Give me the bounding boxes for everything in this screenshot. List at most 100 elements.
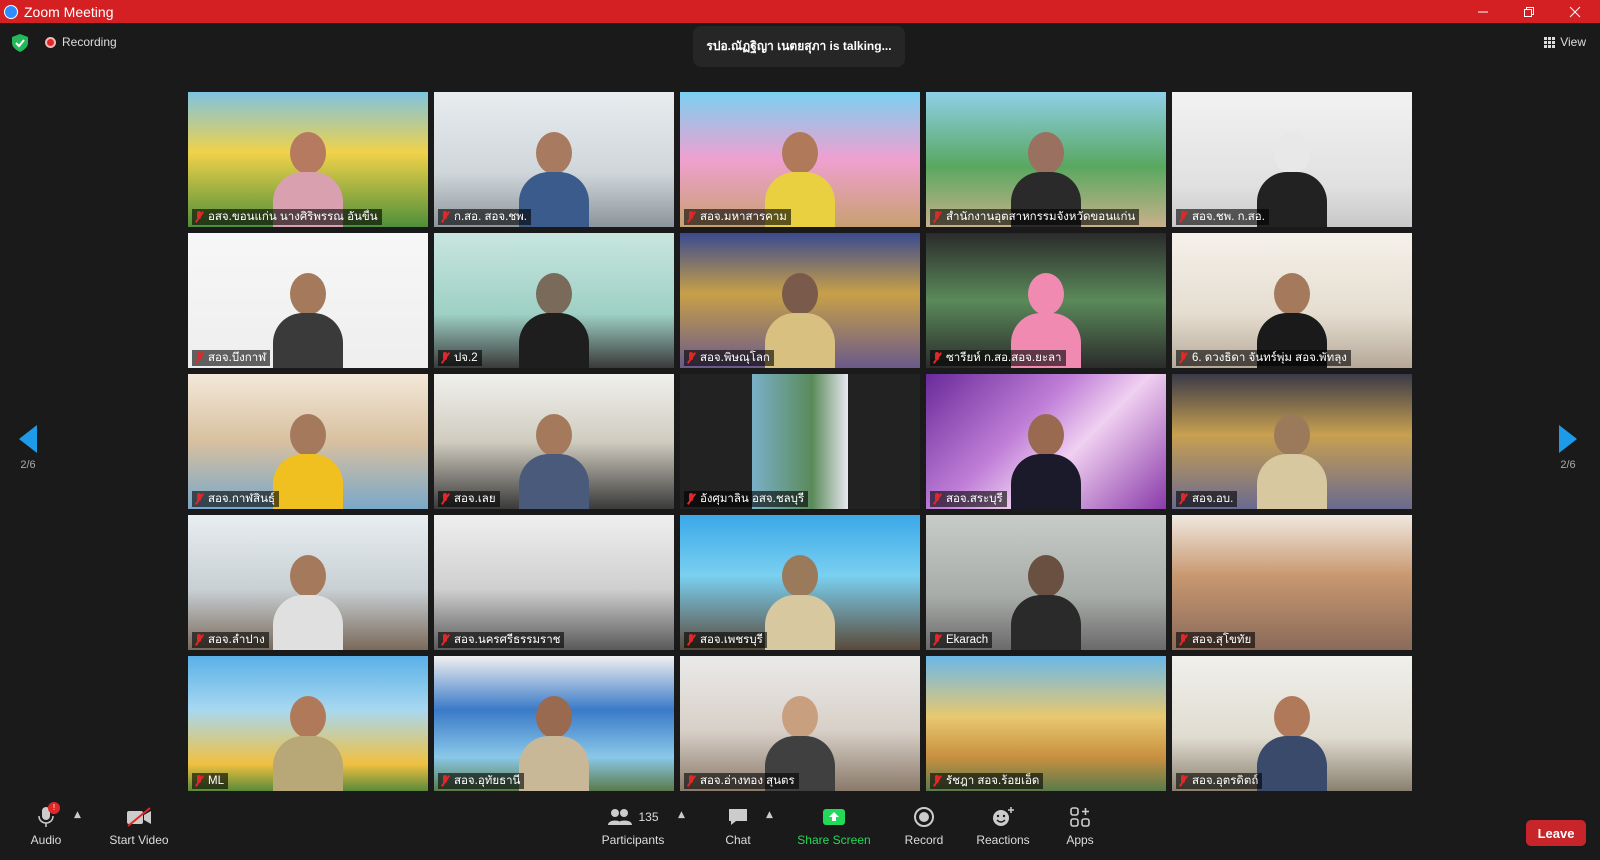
participants-count: 135 [638,810,659,824]
participant-video-tile[interactable]: สอจ.กาฬสินธุ์ [188,374,428,509]
participant-video-tile[interactable]: สอจ.บึงกาฬ [188,233,428,368]
record-button[interactable]: Record [902,804,946,847]
participant-figure [273,414,343,509]
participant-name: สอจ.อุตรดิตถ์ [1192,775,1259,787]
start-video-button[interactable]: Start Video [104,804,174,847]
meeting-topbar: Recording รปอ.ณัฏฐิญา เนตยสุภา is talkin… [0,23,1600,68]
participant-video-tile[interactable]: สอจ.อ่างทอง สุนตร [680,656,920,791]
audio-warning-badge: ! [48,802,60,814]
record-label: Record [904,833,944,847]
participant-video-tile[interactable]: ก.สอ. สอจ.ชพ. [434,92,674,227]
video-feed [926,656,1166,791]
restore-icon [1524,6,1534,17]
muted-mic-icon [194,775,204,787]
recording-dot-icon [45,36,56,48]
participant-video-tile[interactable]: Ekarach [926,515,1166,650]
muted-mic-icon [440,493,450,505]
participant-nameplate: ซารียห์ ก.สอ.สอจ.ยะลา [930,350,1066,366]
audio-label: Audio [30,833,62,847]
share-screen-button[interactable]: Share Screen [797,804,871,847]
next-page-button[interactable]: 2/6 [1548,425,1588,471]
participant-video-tile[interactable]: ML [188,656,428,791]
muted-mic-icon [194,634,204,646]
participant-video-tile[interactable]: สอจ.เพชรบุรี [680,515,920,650]
participant-video-tile[interactable]: ซารียห์ ก.สอ.สอจ.ยะลา [926,233,1166,368]
restore-button[interactable] [1506,0,1552,23]
participants-options-caret-icon[interactable]: ▲ [678,810,685,820]
participant-video-tile[interactable]: สอจ.ชพ. ก.สอ. [1172,92,1412,227]
previous-page-button[interactable]: 2/6 [8,425,48,471]
active-speaker-banner: รปอ.ณัฏฐิญา เนตยสุภา is talking... [693,26,905,67]
participant-video-tile[interactable]: 6. ดวงธิดา จันทร์พุ่ม สอจ.พัทลุง [1172,233,1412,368]
participant-video-tile[interactable]: สอจ.พิษณุโลก [680,233,920,368]
muted-mic-icon [1178,211,1188,223]
participant-figure [1011,555,1081,650]
participant-name: สอจ.ลำปาง [208,634,265,646]
participants-button[interactable]: 135 Participants [593,804,673,847]
participant-nameplate: ก.สอ. สอจ.ชพ. [438,209,531,225]
participant-figure [765,273,835,368]
recording-indicator[interactable]: Recording [45,35,117,49]
participant-video-tile[interactable]: ปจ.2 [434,233,674,368]
participant-name: ก.สอ. สอจ.ชพ. [454,211,527,223]
participant-video-tile[interactable]: สอจ.สุโขทัย [1172,515,1412,650]
muted-mic-icon [194,493,204,505]
window-titlebar: Zoom Meeting [0,0,1600,23]
participant-nameplate: สอจ.เลย [438,491,500,507]
security-shield-icon[interactable] [12,34,28,52]
audio-button[interactable]: ! Audio [26,802,66,847]
muted-mic-icon [194,211,204,223]
share-screen-label: Share Screen [797,833,871,847]
view-button[interactable]: View [1544,35,1586,49]
chat-button[interactable]: Chat [718,804,758,847]
apps-button[interactable]: Apps [1062,804,1098,847]
participant-nameplate: สอจ.สระบุรี [930,491,1007,507]
participant-name: สอจ.อ่างทอง สุนตร [700,775,795,787]
participant-nameplate: รัชฎา สอจ.ร้อยเอ็ด [930,773,1044,789]
muted-mic-icon [440,352,450,364]
arrow-left-icon [19,425,37,453]
participant-video-tile[interactable]: สอจ.ลำปาง [188,515,428,650]
muted-mic-icon [686,493,696,505]
participant-name: สอจ.พิษณุโลก [700,352,770,364]
muted-mic-icon [440,775,450,787]
view-label: View [1560,35,1586,49]
meeting-toolbar: ! Audio ▲ Start Video 135 Participants ▲ [0,800,1600,860]
participant-video-tile[interactable]: สอจ.อบ. [1172,374,1412,509]
reactions-button[interactable]: Reactions [975,804,1031,847]
participant-video-tile[interactable]: สอจ.อุตรดิตถ์ [1172,656,1412,791]
leave-button[interactable]: Leave [1526,820,1586,846]
participant-name: Ekarach [946,634,989,646]
participant-nameplate: สอจ.มหาสารคาม [684,209,791,225]
minimize-button[interactable] [1460,0,1506,23]
participant-name: สำนักงานอุตสาหกรรมจังหวัดขอนแก่น [946,211,1136,223]
close-button[interactable] [1552,0,1598,23]
participant-nameplate: สอจ.นครศรีธรรมราช [438,632,565,648]
recording-label: Recording [62,35,117,49]
audio-options-caret-icon[interactable]: ▲ [74,810,81,820]
participant-video-tile[interactable]: รัชฎา สอจ.ร้อยเอ็ด [926,656,1166,791]
participant-figure [1011,414,1081,509]
participant-video-tile[interactable]: อสจ.ขอนแก่น นางศิริพรรณ อันขื่น [188,92,428,227]
participant-figure [273,273,343,368]
participant-video-tile[interactable]: สอจ.สระบุรี [926,374,1166,509]
start-video-label: Start Video [109,833,169,847]
muted-mic-icon [932,775,942,787]
participant-figure [1257,696,1327,791]
participant-video-tile[interactable]: สอจ.เลย [434,374,674,509]
page-indicator-left: 2/6 [20,459,36,471]
participant-nameplate: สอจ.อุทัยธานี [438,773,525,789]
participant-name: ML [208,775,224,787]
participant-video-tile[interactable]: สำนักงานอุตสาหกรรมจังหวัดขอนแก่น [926,92,1166,227]
participant-name: สอจ.เลย [454,493,496,505]
chat-options-caret-icon[interactable]: ▲ [766,810,773,820]
participant-video-tile[interactable]: อังศุมาลิน อสจ.ชลบุรี [680,374,920,509]
participant-nameplate: สำนักงานอุตสาหกรรมจังหวัดขอนแก่น [930,209,1140,225]
participant-video-tile[interactable]: สอจ.มหาสารคาม [680,92,920,227]
participant-name: 6. ดวงธิดา จันทร์พุ่ม สอจ.พัทลุง [1192,352,1347,364]
share-screen-icon [823,809,845,825]
participant-video-tile[interactable]: สอจ.อุทัยธานี [434,656,674,791]
close-icon [1569,6,1581,17]
participant-video-tile[interactable]: สอจ.นครศรีธรรมราช [434,515,674,650]
participants-label: Participants [601,833,665,847]
